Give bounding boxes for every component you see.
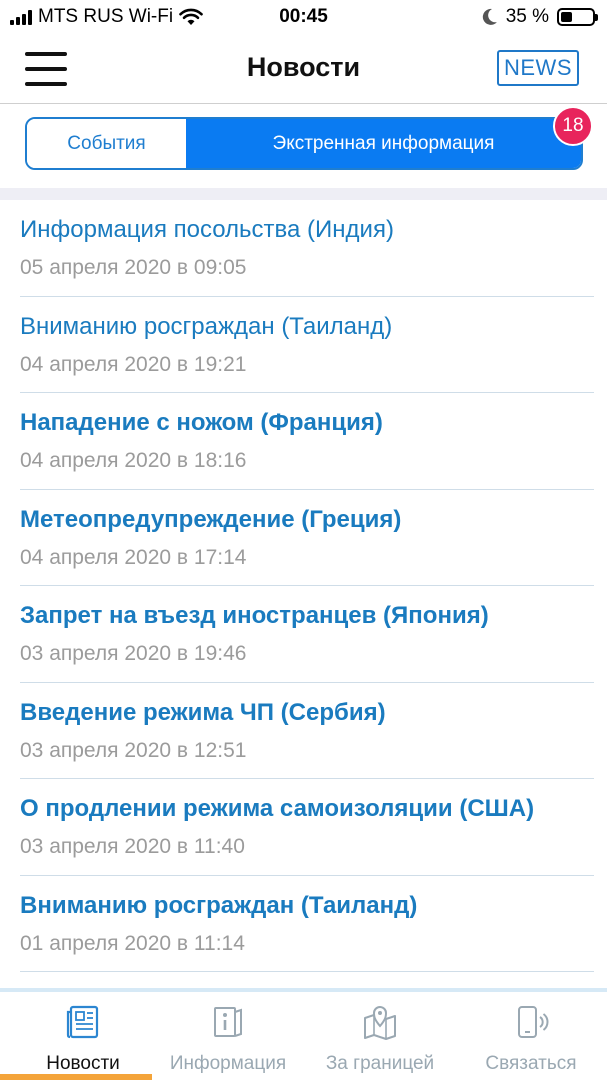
news-date: 03 апреля 2020 в 12:51 bbox=[20, 738, 247, 762]
news-date: 04 апреля 2020 в 18:16 bbox=[20, 449, 247, 472]
news-list-item[interactable]: Метеопредупреждение (Греция) 04 апреля 20… bbox=[0, 490, 607, 587]
news-title: Вниманию росграждан (Таиланд) bbox=[20, 312, 393, 340]
phone-contact-icon bbox=[518, 1006, 549, 1038]
news-title: О продлении режима самоизоляции (США) bbox=[20, 795, 535, 822]
tab-emergency-info[interactable]: Экстренная информация bbox=[186, 119, 581, 168]
active-tab-indicator bbox=[0, 1074, 152, 1080]
status-right: 35 % bbox=[482, 6, 598, 28]
news-date: 01 апреля 2020 в 11:14 bbox=[20, 931, 245, 955]
news-date: 04 апреля 2020 в 17:14 bbox=[20, 545, 247, 569]
news-date: 05 апреля 2020 в 09:05 bbox=[20, 256, 247, 279]
tab-events[interactable]: События bbox=[27, 119, 186, 168]
battery-level bbox=[561, 12, 572, 22]
news-date: 04 апреля 2020 в 19:21 bbox=[20, 352, 247, 376]
info-book-icon bbox=[214, 1007, 242, 1037]
news-list-item[interactable]: Вниманию росграждан (Таиланд) 01 апреля 2… bbox=[0, 876, 607, 973]
news-title: Нападение с ножом (Франция) bbox=[20, 409, 383, 436]
tab-news[interactable]: Новости bbox=[7, 1000, 159, 1080]
news-title: Вниманию росграждан (Таиланд) bbox=[20, 891, 418, 919]
tab-label: Информация bbox=[169, 1053, 287, 1074]
news-list-item[interactable]: Нападение с ножом (Франция) 04 апреля 202… bbox=[0, 393, 607, 490]
news-list-item[interactable]: Вниманию росграждан (Таиланд) 04 апреля 2… bbox=[0, 297, 607, 394]
tab-contact[interactable]: Связаться bbox=[455, 1000, 607, 1080]
news-date: 03 апреля 2020 в 11:40 bbox=[20, 835, 245, 858]
tab-label: Новости bbox=[46, 1053, 120, 1074]
news-title: Запрет на въезд иностранцев (Япония) bbox=[20, 602, 489, 629]
bottom-tab-bar: Новости Информация За границей Связаться bbox=[0, 988, 607, 1080]
tab-label: Связаться bbox=[485, 1053, 577, 1074]
battery-icon bbox=[557, 8, 598, 26]
news-list-item[interactable]: Запрет на въезд иностранцев (Япония) 03 а… bbox=[0, 586, 607, 683]
app-header: Новости NEWS bbox=[0, 34, 607, 104]
battery-percent: 35 % bbox=[505, 6, 549, 27]
news-list: Информация посольства (Индия) 05 апреля 2… bbox=[0, 200, 607, 972]
newspaper-icon bbox=[66, 1005, 99, 1039]
news-list-item[interactable]: Введение режима ЧП (Сербия) 03 апреля 202… bbox=[0, 683, 607, 780]
news-list-item[interactable]: Информация посольства (Индия) 05 апреля 2… bbox=[0, 200, 607, 297]
tab-information[interactable]: Информация bbox=[152, 1000, 304, 1080]
news-logo[interactable]: NEWS bbox=[497, 50, 579, 86]
moon-icon bbox=[482, 8, 497, 25]
section-divider bbox=[0, 188, 607, 200]
tab-label: За границей bbox=[325, 1053, 435, 1074]
news-list-item[interactable]: О продлении режима самоизоляции (США) 03 … bbox=[0, 779, 607, 876]
unread-count-badge: 18 bbox=[553, 106, 593, 146]
news-title: Информация посольства (Индия) bbox=[20, 216, 394, 243]
map-pin-icon bbox=[364, 1006, 396, 1040]
news-title: Метеопредупреждение (Греция) bbox=[20, 505, 402, 533]
segmented-control: События Экстренная информация bbox=[25, 117, 583, 170]
status-bar: MTS RUS Wi-Fi 00:45 35 % bbox=[0, 0, 607, 34]
tab-abroad[interactable]: За границей bbox=[304, 1000, 456, 1080]
news-date: 03 апреля 2020 в 19:46 bbox=[20, 642, 247, 665]
news-title: Введение режима ЧП (Сербия) bbox=[20, 698, 386, 726]
